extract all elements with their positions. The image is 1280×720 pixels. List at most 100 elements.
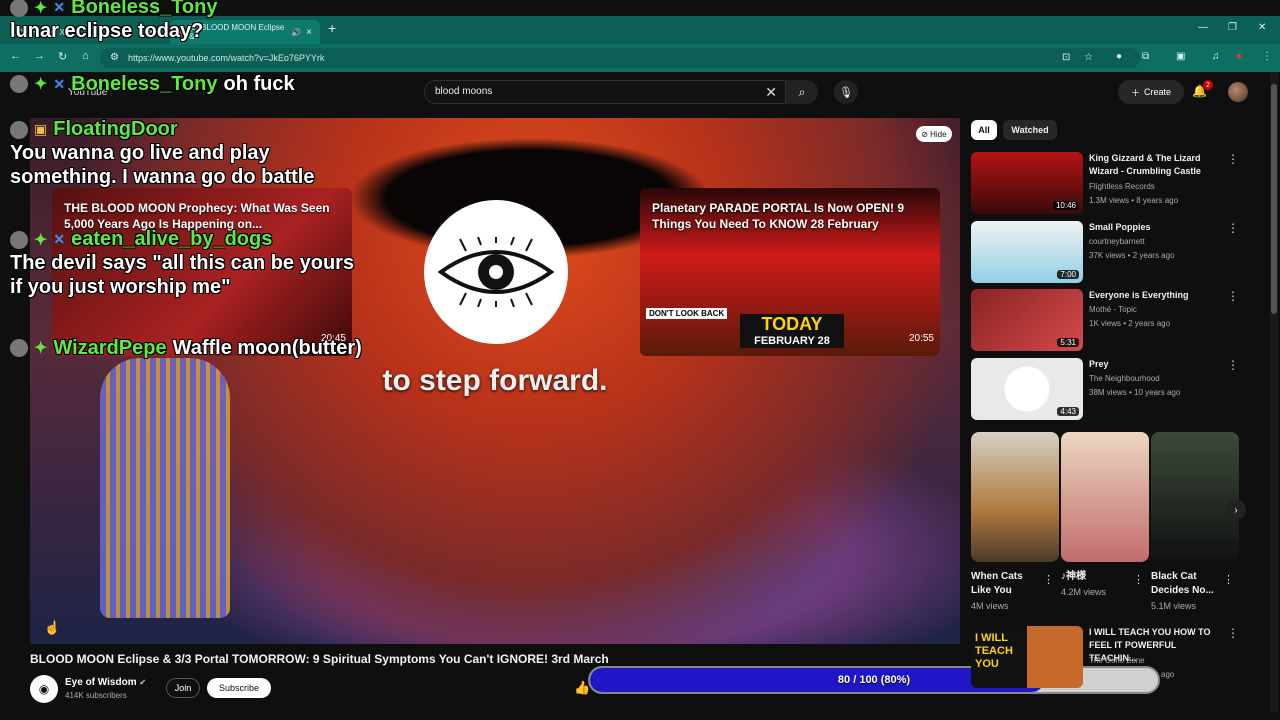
media-icon[interactable]: ♫ <box>1212 51 1220 62</box>
video-thumbnail[interactable]: 7:00 <box>971 221 1083 283</box>
site-info-icon[interactable]: ⚙ <box>110 52 119 63</box>
home-icon[interactable]: ⌂ <box>82 50 89 62</box>
video-duration: 7:00 <box>1057 270 1079 279</box>
microphone-icon: 🎙 <box>839 86 853 99</box>
chat-message: ✦ ✕ Boneless_Tony oh fuck <box>10 72 295 96</box>
join-button[interactable]: Join <box>166 678 200 698</box>
diamond-badge-icon: ✦ <box>34 0 48 17</box>
chat-message: ✦ ✕ eaten_alive_by_dogs The devil says "… <box>10 228 355 299</box>
extensions-puzzle-icon[interactable]: ⧉ <box>1142 51 1149 62</box>
badge-date: FEBRUARY 28 <box>740 334 844 348</box>
address-bar[interactable]: ⚙ https://www.youtube.com/watch?v=JkEo76… <box>100 48 1140 68</box>
scrollbar-thumb[interactable] <box>1271 84 1277 314</box>
more-options-icon[interactable]: ⋮ <box>1227 152 1239 166</box>
recommendation-item[interactable]: 4:43 Prey The Neighbourhood 38M views • … <box>971 358 1251 422</box>
hide-label: Hide <box>930 129 947 139</box>
chevron-right-icon[interactable]: › <box>1226 500 1246 520</box>
search-button[interactable]: ⌕ <box>786 80 818 104</box>
rec-meta: 37K views • 2 years ago <box>1089 251 1175 260</box>
voice-search-button[interactable]: 🎙 <box>834 80 858 104</box>
more-options-icon[interactable]: ⋮ <box>1043 573 1054 586</box>
video-caption: to step forward. <box>382 364 608 397</box>
short-views: 4M views <box>971 601 1009 611</box>
clear-search-icon[interactable]: ✕ <box>765 84 777 101</box>
video-thumbnail[interactable]: I WILL TEACH YOU <box>971 626 1083 688</box>
bookmark-star-icon[interactable]: ☆ <box>1084 52 1093 63</box>
search-input[interactable]: blood moons ✕ <box>424 80 786 104</box>
chat-avatar <box>10 230 28 249</box>
rec-meta: 38M views • 10 years ago <box>1089 388 1181 397</box>
menu-dots-icon[interactable]: ⋮ <box>1262 51 1272 62</box>
back-icon[interactable]: ← <box>10 50 21 62</box>
minimize-icon[interactable]: — <box>1198 22 1208 33</box>
channel-eye-logo[interactable] <box>424 200 568 344</box>
eye-icon <box>437 237 555 307</box>
blue-badge-icon: ✕ <box>53 231 66 247</box>
video-thumbnail[interactable]: 10:46 <box>971 152 1083 214</box>
channel-avatar[interactable]: ◉ <box>30 675 58 703</box>
rec-channel: Flightless Records <box>1089 182 1155 191</box>
new-tab-button[interactable]: + <box>328 20 336 36</box>
rec-channel: The Osho Zone <box>1089 656 1145 665</box>
close-tab-icon[interactable]: × <box>306 27 312 38</box>
reload-icon[interactable]: ↻ <box>58 50 67 63</box>
chat-message: ▣ FloatingDoor You wanna go live and pla… <box>10 118 350 189</box>
extension-circle-icon[interactable]: ● <box>1116 51 1122 62</box>
more-options-icon[interactable]: ⋮ <box>1133 573 1144 586</box>
short-thumbnail[interactable] <box>971 432 1059 562</box>
chat-avatar <box>10 339 28 357</box>
video-thumbnail[interactable]: 5:31 <box>971 289 1083 351</box>
sidebar-icon[interactable]: ▣ <box>1176 51 1185 62</box>
chat-avatar <box>10 120 28 139</box>
more-options-icon[interactable]: ⋮ <box>1227 221 1239 235</box>
chat-username: FloatingDoor <box>53 118 178 140</box>
video-thumbnail[interactable]: 4:43 <box>971 358 1083 420</box>
chat-avatar <box>10 75 28 93</box>
video-duration: 4:43 <box>1057 407 1079 416</box>
subscribe-button[interactable]: Subscribe <box>207 678 271 698</box>
endcard-tag: DON'T LOOK BACK <box>646 308 728 319</box>
more-options-icon[interactable]: ⋮ <box>1227 358 1239 372</box>
video-player[interactable]: THE BLOOD MOON Prophecy: What Was Seen 5… <box>30 118 960 644</box>
recommendation-item[interactable]: 5:31 Everyone is Everything Mothé - Topi… <box>971 289 1251 353</box>
blue-badge-icon: ✕ <box>53 75 66 92</box>
recommendation-item[interactable]: 7:00 Small Poppies courtneybarnett 37K v… <box>971 221 1251 285</box>
short-thumbnail[interactable] <box>1061 432 1149 562</box>
account-avatar[interactable] <box>1228 82 1248 102</box>
short-thumbnail[interactable] <box>1151 432 1239 562</box>
rec-channel: courtneybarnett <box>1089 237 1145 246</box>
recommendation-item[interactable]: 10:46 King Gizzard & The Lizard Wizard -… <box>971 152 1251 216</box>
more-options-icon[interactable]: ⋮ <box>1227 289 1239 303</box>
hide-endcards-button[interactable]: ⊘ Hide <box>916 126 952 142</box>
url-text: https://www.youtube.com/watch?v=JkEo76PY… <box>128 53 325 63</box>
short-title[interactable]: Black Cat Decides No... <box>1151 570 1223 598</box>
screen: 𝕏 Home / X × ▶ (2) BLOOD MOON Eclipse & … <box>0 0 1280 720</box>
install-icon[interactable]: ⊡ <box>1062 52 1070 63</box>
speaker-icon[interactable]: 🔊 <box>291 28 301 37</box>
chip-all[interactable]: All <box>971 120 997 140</box>
video-title: BLOOD MOON Eclipse & 3/3 Portal TOMORROW… <box>30 652 609 666</box>
video-duration: 5:31 <box>1057 338 1079 347</box>
endcard-video-right[interactable]: Planetary PARADE PORTAL Is Now OPEN! 9 T… <box>640 188 940 356</box>
chat-message: ✦ WizardPepe Waffle moon(butter) <box>10 336 362 360</box>
more-options-icon[interactable]: ⋮ <box>1223 573 1234 586</box>
rec-title: Small Poppies <box>1089 222 1151 232</box>
search-icon: ⌕ <box>798 84 806 99</box>
more-options-icon[interactable]: ⋮ <box>1227 626 1239 640</box>
chat-text: Waffle moon(butter) <box>172 337 362 359</box>
rec-title: Everyone is Everything <box>1089 290 1189 300</box>
thumb-text: I WILL TEACH YOU <box>975 632 1013 670</box>
recommendation-item[interactable]: I WILL TEACH YOU I WILL TEACH YOU HOW TO… <box>971 626 1251 690</box>
maximize-icon[interactable]: ❐ <box>1228 22 1237 33</box>
forward-icon[interactable]: → <box>34 50 45 62</box>
notification-count-badge: 2 <box>1203 80 1213 90</box>
short-title[interactable]: When Cats Like You <box>971 570 1043 598</box>
rec-title: King Gizzard & The Lizard Wizard - Crumb… <box>1089 153 1201 176</box>
rec-meta: 1K views • 2 years ago <box>1089 319 1171 328</box>
channel-name[interactable]: Eye of Wisdom ✔ <box>65 677 146 688</box>
create-button[interactable]: ＋ Create <box>1118 80 1184 104</box>
short-title[interactable]: ♪神様 <box>1061 570 1133 584</box>
chip-watched[interactable]: Watched <box>1003 120 1057 140</box>
profile-icon[interactable]: ● <box>1236 51 1242 62</box>
close-window-icon[interactable]: ✕ <box>1258 22 1266 33</box>
